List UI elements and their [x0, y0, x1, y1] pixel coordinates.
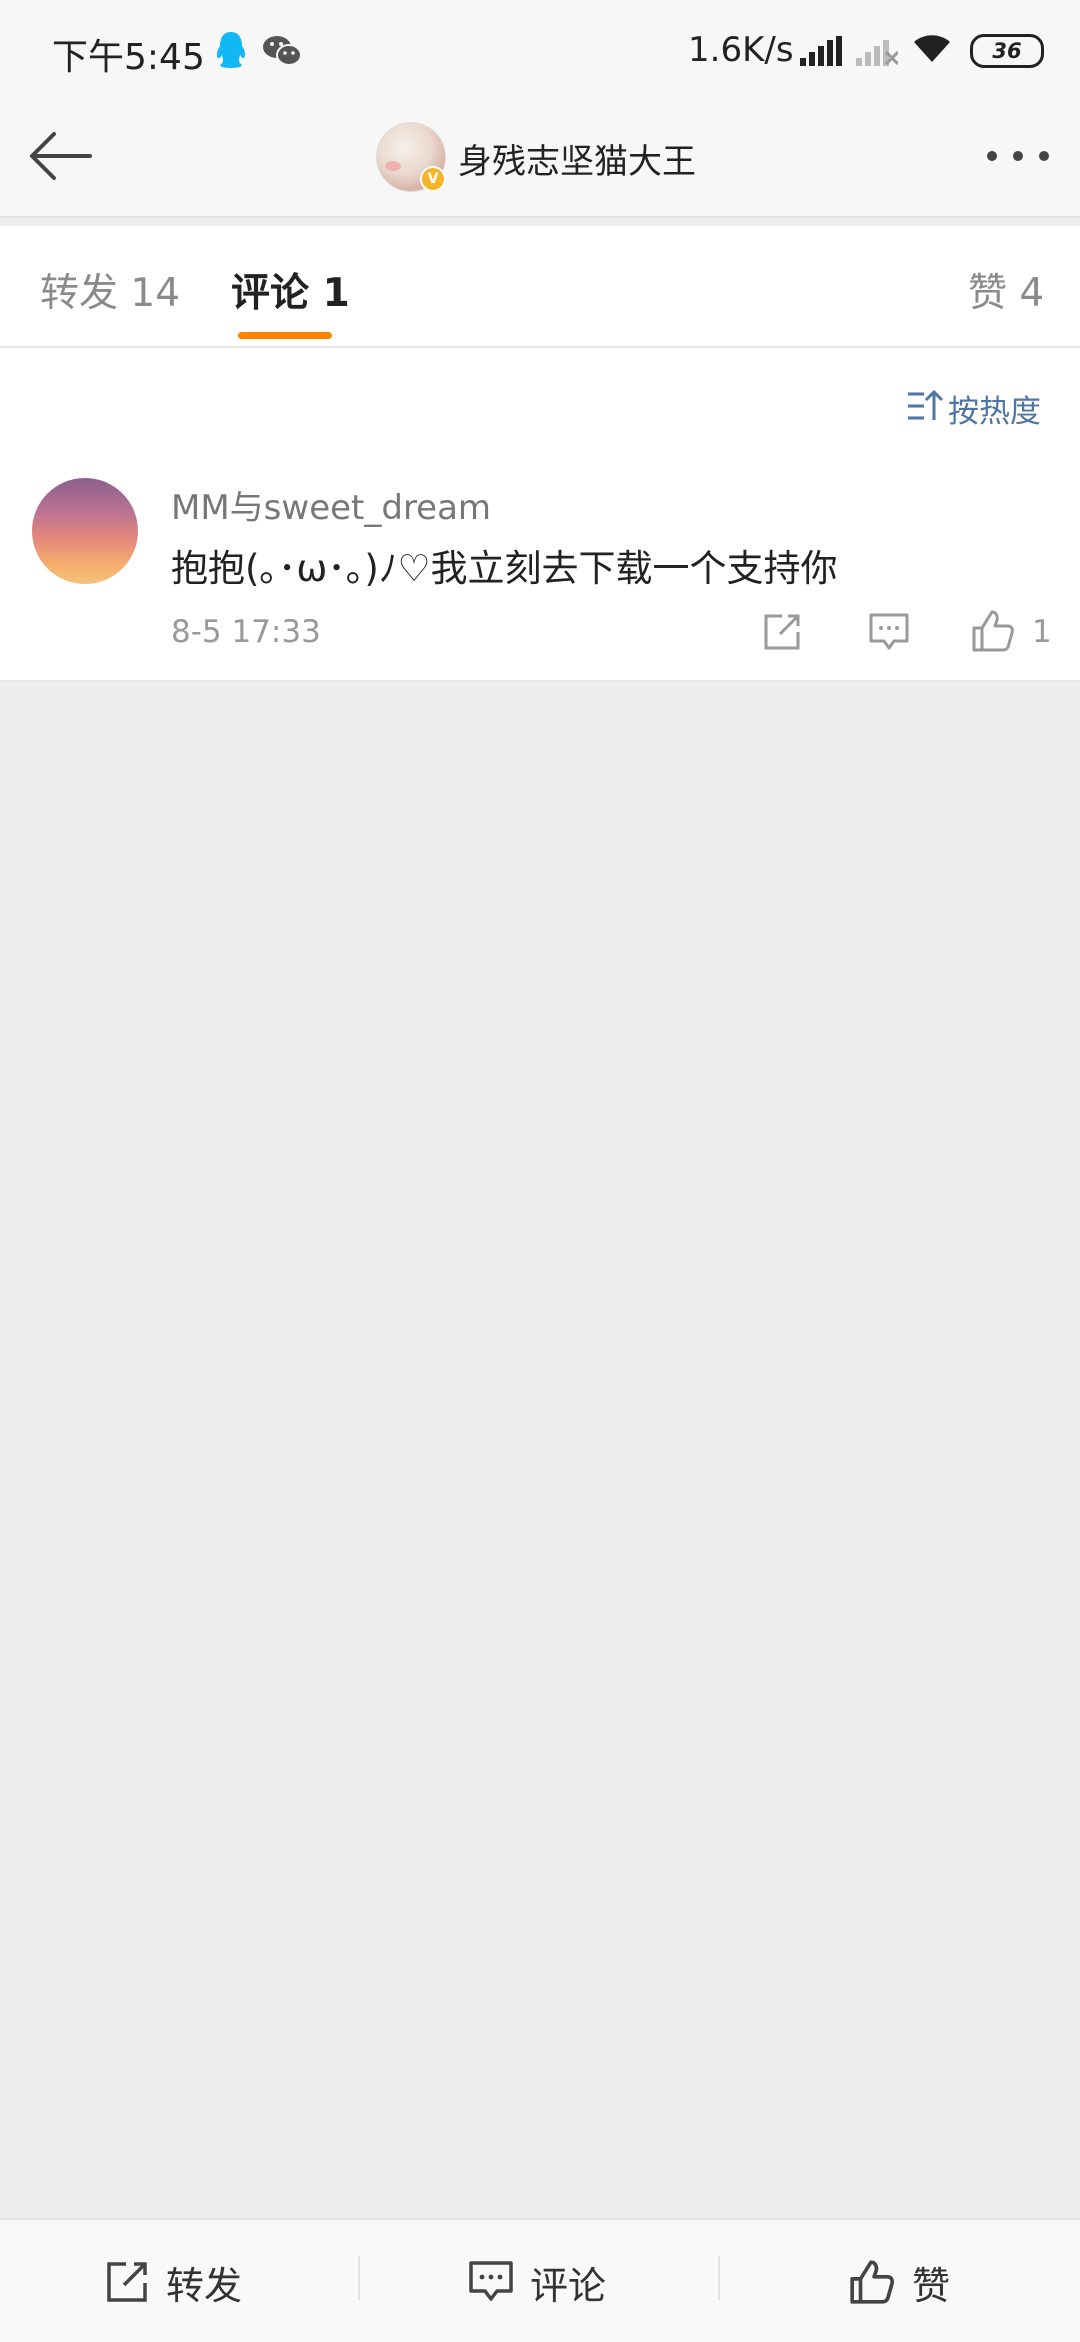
comment-like-count: 1 [1032, 614, 1052, 650]
page-title[interactable]: 身残志坚猫大王 [458, 134, 696, 183]
divider [718, 2256, 720, 2300]
verified-badge: V [420, 166, 446, 192]
forward-label: 转发 [166, 2263, 243, 2308]
comment-username[interactable]: MM与sweet_dream [171, 480, 491, 529]
tab-like[interactable]: 赞 4 [968, 262, 1044, 318]
like-label: 赞 [912, 2263, 951, 2308]
status-time: 下午5:45 [52, 37, 205, 78]
forward-button[interactable]: 转发 [104, 2254, 242, 2310]
divider [358, 2256, 360, 2300]
battery-level: 36 [992, 39, 1022, 63]
battery-icon: 36 [970, 34, 1044, 68]
sort-icon[interactable] [906, 388, 944, 424]
qq-icon [216, 32, 246, 68]
more-options-icon[interactable] [986, 150, 1050, 162]
like-icon[interactable] [970, 608, 1016, 654]
comment-icon [469, 2261, 513, 2301]
active-tab-indicator [238, 332, 332, 339]
repost-icon[interactable] [762, 612, 802, 652]
wifi-icon [914, 35, 950, 62]
tab-comment[interactable]: 评论 1 [231, 262, 350, 318]
like-icon [850, 2260, 895, 2304]
comment-button[interactable]: 评论 [468, 2254, 606, 2310]
sort-by-hot-button[interactable]: 按热度 [948, 386, 1041, 431]
comment-label: 评论 [530, 2263, 607, 2308]
wechat-icon [263, 36, 302, 66]
repost-icon [107, 2262, 147, 2302]
tab-forward[interactable]: 转发 14 [40, 262, 180, 318]
comment-icon[interactable] [868, 612, 910, 652]
network-speed: 1.6K/s [688, 30, 794, 70]
signal-no-sim-icon [856, 40, 898, 66]
comment-text: 抱抱(｡･ω･｡)ﾉ♡我立刻去下载一个支持你 [171, 547, 838, 590]
comment-avatar[interactable] [32, 478, 138, 584]
signal-icon [800, 36, 842, 66]
back-arrow-icon[interactable] [24, 124, 96, 188]
comment-timestamp: 8-5 17:33 [171, 614, 321, 650]
like-button[interactable]: 赞 [848, 2254, 950, 2310]
